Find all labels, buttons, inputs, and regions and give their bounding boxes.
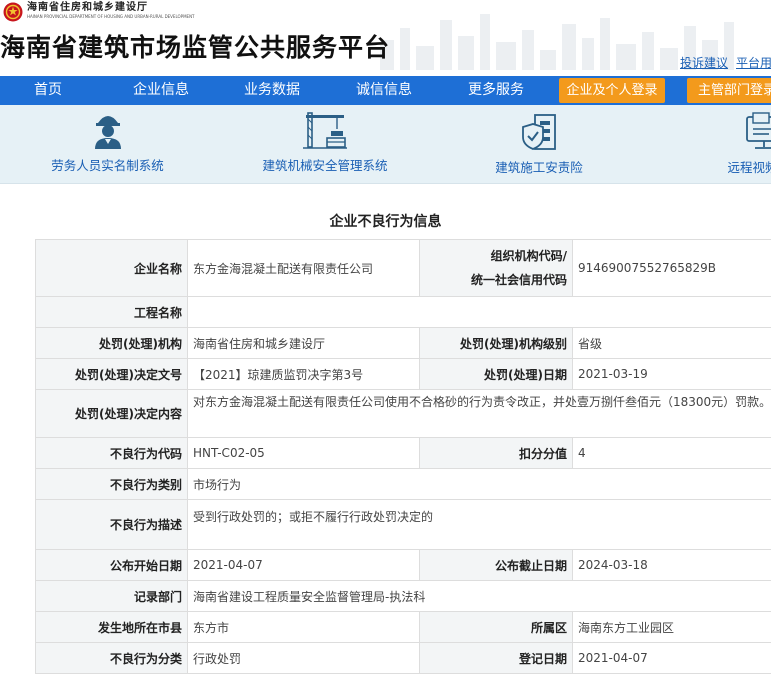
desc-value: 受到行政处罚的；或拒不履行行政处罚决定的 [188,500,771,550]
content-label: 处罚(处理)决定内容 [36,390,188,438]
ministry-brand: 海南省住房和城乡建设厅 HAINAN PROVINCIAL DEPARTMENT… [0,2,195,22]
record-dept-value: 海南省建设工程质量安全监督管理局-执法科 [188,581,771,612]
platform-link[interactable]: 平台用 [736,56,771,70]
points-label: 扣分分值 [420,438,573,469]
worker-icon [91,111,125,149]
desc-label: 不良行为描述 [36,500,188,550]
complaint-link[interactable]: 投诉建议 [680,56,728,70]
table-row: 处罚(处理)决定文号 【2021】琼建质监罚决字第3号 处罚(处理)日期 202… [36,359,771,390]
agency-level-label: 处罚(处理)机构级别 [420,328,573,359]
table-row: 不良行为代码 HNT-C02-05 扣分分值 4 [36,438,771,469]
park-label: 所属区 [420,612,573,643]
table-row: 处罚(处理)决定内容 对东方金海混凝土配送有限责任公司使用不合格砂的行为责令改正… [36,390,771,438]
enterprise-login-button[interactable]: 企业及个人登录 [559,78,665,103]
table-row: 公布开始日期 2021-04-07 公布截止日期 2024-03-18 [36,550,771,581]
system-label: 建筑机械安全管理系统 [255,155,395,174]
decision-no-value: 【2021】琼建质监罚决字第3号 [188,359,420,390]
system-machinery-safety[interactable]: 建筑机械安全管理系统 [255,111,395,174]
table-row: 工程名称 [36,297,771,328]
pub-end-label: 公布截止日期 [420,550,573,581]
reg-date-label: 登记日期 [420,643,573,674]
code-label: 不良行为代码 [36,438,188,469]
system-links-bar: 劳务人员实名制系统 建筑机械安全管理系统 建筑施工安责险 [0,105,771,184]
category-value: 市场行为 [188,469,771,500]
county-label: 发生地所在市县 [36,612,188,643]
record-dept-label: 记录部门 [36,581,188,612]
ministry-name-en: HAINAN PROVINCIAL DEPARTMENT OF HOUSING … [27,14,195,20]
section-title: 企业不良行为信息 [0,211,771,231]
decision-date-label: 处罚(处理)日期 [420,359,573,390]
site-header: 海南省住房和城乡建设厅 HAINAN PROVINCIAL DEPARTMENT… [0,0,771,76]
remote-monitor-icon [743,111,771,151]
system-label: 劳务人员实名制系统 [40,155,175,174]
table-row: 记录部门 海南省建设工程质量安全监督管理局-执法科 [36,581,771,612]
park-value: 海南东方工业园区 [573,612,771,643]
nav-business-data[interactable]: 业务数据 [224,76,320,105]
nav-enterprise-info[interactable]: 企业信息 [113,76,209,105]
company-label: 企业名称 [36,240,188,297]
agency-value: 海南省住房和城乡建设厅 [188,328,420,359]
agency-level-value: 省级 [573,328,771,359]
content-value: 对东方金海混凝土配送有限责任公司使用不合格砂的行为责令改正，并处壹万捌仟叁佰元（… [188,390,771,438]
classification-label: 不良行为分类 [36,643,188,674]
table-row: 发生地所在市县 东方市 所属区 海南东方工业园区 [36,612,771,643]
system-safety-insurance[interactable]: 建筑施工安责险 [474,111,604,176]
table-row: 不良行为类别 市场行为 [36,469,771,500]
main-nav: 首页 企业信息 业务数据 诚信信息 更多服务 企业及个人登录 主管部门登录 [0,76,771,105]
bad-behavior-info-table: 企业名称 东方金海混凝土配送有限责任公司 组织机构代码/统一社会信用代码 914… [35,239,771,674]
table-row: 处罚(处理)机构 海南省住房和城乡建设厅 处罚(处理)机构级别 省级 [36,328,771,359]
code-value: HNT-C02-05 [188,438,420,469]
org-code-label: 组织机构代码/统一社会信用代码 [420,240,573,297]
nav-more-services[interactable]: 更多服务 [448,76,544,105]
project-value [188,297,771,328]
nav-credit-info[interactable]: 诚信信息 [336,76,432,105]
site-title: 海南省建筑市场监管公共服务平台 [0,28,390,64]
top-links: 投诉建议平台用 [680,54,771,71]
reg-date-value: 2021-04-07 [573,643,771,674]
table-row: 不良行为描述 受到行政处罚的；或拒不履行行政处罚决定的 [36,500,771,550]
pub-start-value: 2021-04-07 [188,550,420,581]
table-row: 不良行为分类 行政处罚 登记日期 2021-04-07 [36,643,771,674]
decision-no-label: 处罚(处理)决定文号 [36,359,188,390]
pub-start-label: 公布开始日期 [36,550,188,581]
county-value: 东方市 [188,612,420,643]
nav-home[interactable]: 首页 [0,76,96,105]
decision-date-value: 2021-03-19 [573,359,771,390]
crane-icon [303,111,347,149]
ministry-name: 海南省住房和城乡建设厅 [27,2,195,14]
agency-label: 处罚(处理)机构 [36,328,188,359]
admin-login-button[interactable]: 主管部门登录 [687,78,771,103]
system-labor-realname[interactable]: 劳务人员实名制系统 [40,111,175,174]
table-row: 企业名称 东方金海混凝土配送有限责任公司 组织机构代码/统一社会信用代码 914… [36,240,771,297]
national-emblem-icon [3,2,23,22]
company-value: 东方金海混凝土配送有限责任公司 [188,240,420,297]
system-label: 建筑施工安责险 [474,157,604,176]
pub-end-value: 2024-03-18 [573,550,771,581]
points-value: 4 [573,438,771,469]
classification-value: 行政处罚 [188,643,420,674]
system-remote-video[interactable]: 远程视频监控 [700,111,771,176]
system-label: 远程视频监控 [700,157,771,176]
org-code-value: 91469007552765829B [573,240,771,297]
project-label: 工程名称 [36,297,188,328]
category-label: 不良行为类别 [36,469,188,500]
building-shield-icon [519,111,559,151]
